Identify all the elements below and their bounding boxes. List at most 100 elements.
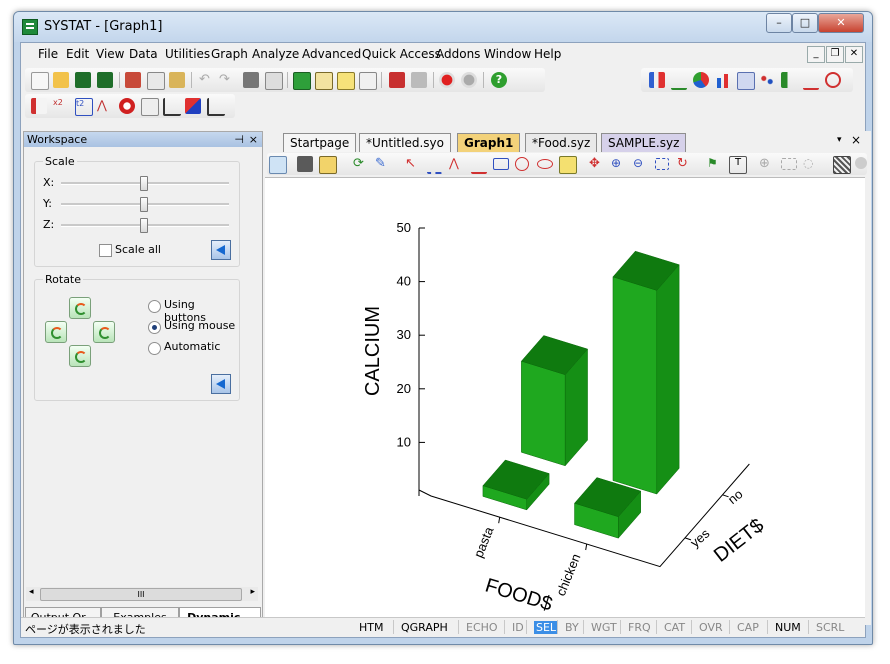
box-plot-icon[interactable] — [737, 72, 755, 90]
menu-advanced[interactable]: Advanced — [302, 47, 361, 61]
tab-list-icon[interactable]: ▾ — [837, 135, 842, 145]
tab-food-syz[interactable]: *Food.syz — [525, 133, 598, 152]
scale-all-checkbox[interactable] — [99, 244, 112, 257]
command-editor-icon[interactable] — [359, 72, 377, 90]
tab-sample-syz[interactable]: SAMPLE.syz — [601, 133, 687, 152]
map-icon[interactable] — [825, 72, 841, 88]
minimize-button[interactable]: – — [766, 13, 792, 33]
help-icon[interactable]: ? — [491, 72, 507, 88]
stop-icon[interactable] — [461, 72, 477, 88]
anova-icon[interactable]: ⋀ — [97, 98, 113, 114]
save-icon[interactable] — [75, 72, 91, 88]
text-tool-icon[interactable] — [559, 156, 577, 174]
menu-analyze[interactable]: Analyze — [252, 47, 299, 61]
menu-help[interactable]: Help — [534, 47, 561, 61]
tab-graph1[interactable]: Graph1 — [457, 133, 521, 152]
target-icon[interactable] — [119, 98, 135, 114]
scrollbar-thumb[interactable]: III — [40, 588, 242, 601]
properties-icon[interactable]: ✎ — [375, 156, 391, 172]
polyline-icon[interactable]: ⋀ — [449, 156, 465, 172]
correlation-icon[interactable] — [185, 98, 201, 114]
menu-edit[interactable]: Edit — [66, 47, 89, 61]
y-scale-slider-thumb[interactable] — [140, 197, 148, 212]
menu-view[interactable]: View — [96, 47, 124, 61]
menu-graph[interactable]: Graph — [211, 47, 248, 61]
open-icon[interactable] — [53, 72, 69, 88]
t-test-icon[interactable]: t2 — [75, 98, 93, 116]
rectangle-tool-icon[interactable] — [493, 158, 509, 170]
dashed-line-icon[interactable] — [427, 156, 443, 174]
z-scale-slider-thumb[interactable] — [140, 218, 148, 233]
menu-data[interactable]: Data — [129, 47, 158, 61]
tab-untitled-syo[interactable]: *Untitled.syo — [359, 133, 451, 152]
using-buttons-radio[interactable] — [148, 300, 161, 313]
lasso-icon[interactable]: ◌ — [803, 156, 819, 172]
menu-file[interactable]: File — [38, 47, 58, 61]
rotate-left-icon[interactable] — [45, 321, 67, 343]
copy-output-icon[interactable] — [411, 72, 427, 88]
bar-chart-icon[interactable] — [649, 72, 665, 88]
chi-square-icon[interactable]: x2 — [53, 98, 69, 114]
zoom-in-icon[interactable]: ⊕ — [611, 156, 627, 172]
workspace-horizontal-scrollbar[interactable]: ◂ III ▸ — [26, 587, 258, 601]
zoom-box-icon[interactable] — [655, 158, 669, 170]
trend-icon[interactable] — [207, 98, 225, 116]
cut-icon[interactable] — [125, 72, 141, 88]
pie-chart-icon[interactable] — [693, 72, 709, 88]
function-plot-icon[interactable] — [803, 72, 819, 90]
pattern-icon[interactable] — [833, 156, 851, 174]
ellipse-tool-icon[interactable] — [537, 159, 553, 169]
mdi-restore-button[interactable]: ❐ — [826, 46, 844, 63]
density-icon[interactable] — [781, 72, 797, 88]
brush-icon[interactable]: ⚑ — [707, 156, 723, 172]
mdi-close-button[interactable]: ✕ — [845, 46, 863, 63]
page-icon[interactable] — [319, 156, 337, 174]
tab-close-icon[interactable]: × — [851, 133, 861, 147]
rotate-up-icon[interactable] — [69, 297, 91, 319]
scatter-plot-icon[interactable] — [759, 72, 775, 88]
undo-icon[interactable]: ↶ — [199, 72, 215, 88]
maximize-button[interactable]: □ — [792, 13, 818, 33]
select-region-icon[interactable] — [781, 158, 797, 170]
circle-tool-icon[interactable] — [515, 157, 529, 171]
histogram-icon[interactable] — [715, 72, 731, 88]
menu-utilities[interactable]: Utilities — [165, 47, 210, 61]
scale-apply-button[interactable] — [211, 240, 231, 260]
crosshair-icon[interactable]: ⊕ — [759, 156, 775, 172]
pin-icon[interactable]: ⊣ — [234, 132, 244, 147]
using-mouse-radio[interactable] — [148, 321, 161, 334]
zoom-out-icon[interactable]: ⊖ — [633, 156, 649, 172]
report-icon[interactable] — [389, 72, 405, 88]
line-tool-icon[interactable] — [471, 156, 487, 174]
rotate-apply-button[interactable] — [211, 374, 231, 394]
paste-icon[interactable] — [169, 72, 185, 88]
summary-icon[interactable] — [31, 98, 47, 114]
panel-close-icon[interactable]: × — [249, 132, 258, 147]
graph-canvas[interactable]: 10 20 30 40 50 pasta chicken yes no CALCIUM FOOD$ D… — [265, 177, 865, 624]
dots-icon[interactable] — [141, 98, 159, 116]
record-icon[interactable] — [439, 72, 455, 88]
copy-icon[interactable] — [147, 72, 165, 90]
move-icon[interactable]: ✥ — [589, 156, 605, 172]
redo-icon[interactable]: ↷ — [219, 72, 235, 88]
data-editor-icon[interactable] — [315, 72, 333, 90]
output-view-icon[interactable] — [293, 72, 311, 90]
scroll-left-icon[interactable]: ◂ — [29, 587, 34, 597]
x-scale-slider-thumb[interactable] — [140, 176, 148, 191]
scroll-right-icon[interactable]: ▸ — [250, 587, 255, 597]
regression-icon[interactable] — [163, 98, 181, 116]
rotate-down-icon[interactable] — [69, 345, 91, 367]
save-all-icon[interactable] — [97, 72, 113, 88]
menu-addons[interactable]: Addons — [436, 47, 480, 61]
frame-icon[interactable] — [297, 156, 313, 172]
print-preview-icon[interactable] — [265, 72, 283, 90]
tab-startpage[interactable]: Startpage — [283, 133, 357, 152]
rotate-tool-icon[interactable]: ↻ — [677, 156, 693, 172]
menu-window[interactable]: Window — [484, 47, 531, 61]
sphere-icon[interactable] — [855, 157, 867, 169]
rotate-right-icon[interactable] — [93, 321, 115, 343]
text-label-icon[interactable]: T — [729, 156, 747, 174]
graph-properties-icon[interactable] — [269, 156, 287, 174]
new-icon[interactable] — [31, 72, 49, 90]
pointer-icon[interactable]: ↖ — [405, 156, 421, 172]
